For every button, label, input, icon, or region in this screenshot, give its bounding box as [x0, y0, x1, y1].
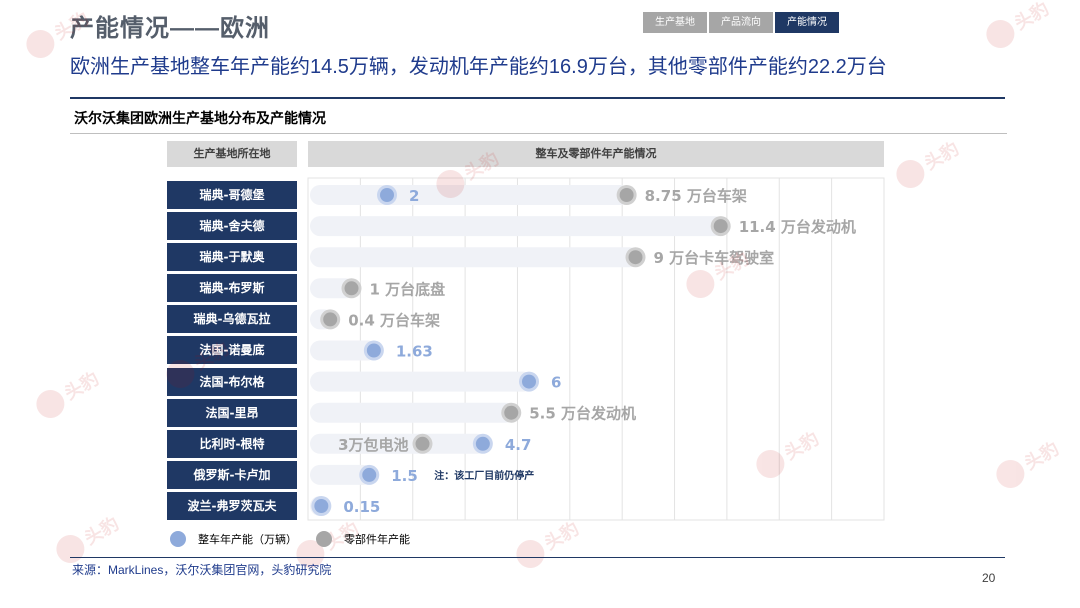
vehicle-label: 0.15: [343, 498, 380, 516]
vehicle-label: 1.5: [391, 467, 418, 485]
parts-label: 8.75 万台车架: [645, 187, 747, 205]
watermark-text: 头豹: [920, 137, 962, 174]
parts-point: [415, 436, 430, 451]
watermark-text: 头豹: [1010, 0, 1052, 35]
watermark-text: 头豹: [460, 147, 502, 184]
vehicle-point: [366, 343, 381, 358]
vehicle-label: 2: [409, 187, 419, 205]
watermark-logo: 头豹: [516, 517, 583, 568]
legend-parts-swatch: [316, 531, 332, 547]
watermark-text: 头豹: [1020, 437, 1062, 474]
vehicle-point: [522, 374, 536, 389]
capacity-track: [310, 247, 640, 268]
vehicle-label: 4.7: [505, 436, 532, 454]
watermark-text: 头豹: [60, 367, 102, 404]
watermark-logo: 头豹: [986, 0, 1053, 48]
plant-note: 注：该工厂目前仍停产: [434, 469, 534, 482]
parts-point: [619, 188, 634, 202]
legend-vehicle-swatch: [170, 531, 186, 547]
legend-vehicle-label: 整车年产能（万辆）: [198, 534, 297, 546]
vehicle-label: 1.63: [396, 343, 433, 361]
vehicle-point: [314, 499, 329, 513]
watermark-logo: 头豹: [26, 7, 93, 58]
capacity-chart: 8.75 万台车架211.4 万台发动机9 万台卡车驾驶室1 万台底盘0.4 万…: [26, 0, 1063, 568]
watermark-text: 头豹: [190, 337, 232, 374]
parts-point: [713, 219, 728, 234]
watermark-logo: 头豹: [996, 437, 1063, 488]
watermark-text: 头豹: [80, 512, 122, 549]
legend-parts-label: 零部件年产能: [344, 534, 410, 546]
legend-vehicle: 整车年产能（万辆）: [170, 531, 297, 547]
watermark-logo: 头豹: [166, 337, 233, 388]
capacity-track: [310, 402, 516, 423]
parts-label: 0.4 万台车架: [348, 311, 440, 329]
watermark-text: 头豹: [50, 7, 92, 44]
parts-label: 3万包电池: [338, 436, 408, 454]
parts-label: 11.4 万台发动机: [739, 218, 856, 236]
capacity-track: [310, 185, 631, 205]
vehicle-point: [475, 436, 490, 451]
parts-label: 1 万台底盘: [370, 280, 446, 298]
vehicle-point: [380, 188, 394, 202]
vehicle-point: [362, 467, 377, 482]
parts-point: [504, 405, 519, 420]
source-note: 来源：MarkLines，沃尔沃集团官网，头豹研究院: [72, 563, 332, 577]
parts-point: [323, 312, 338, 327]
watermark-logo: 头豹: [896, 137, 963, 188]
watermark-text: 头豹: [540, 517, 582, 554]
vehicle-label: 6: [551, 374, 561, 392]
parts-point: [344, 281, 359, 296]
parts-point: [628, 250, 643, 265]
watermark-text: 头豹: [780, 427, 822, 464]
legend-parts: 零部件年产能: [316, 531, 410, 547]
parts-label: 5.5 万台发动机: [529, 405, 636, 423]
watermark-logo: 头豹: [36, 367, 103, 418]
capacity-track: [310, 371, 533, 392]
source-divider: [70, 557, 1005, 558]
page-number: 20: [982, 571, 996, 585]
watermark-logo: 头豹: [756, 427, 823, 478]
watermark-logo: 头豹: [56, 512, 123, 563]
capacity-track: [310, 216, 725, 237]
